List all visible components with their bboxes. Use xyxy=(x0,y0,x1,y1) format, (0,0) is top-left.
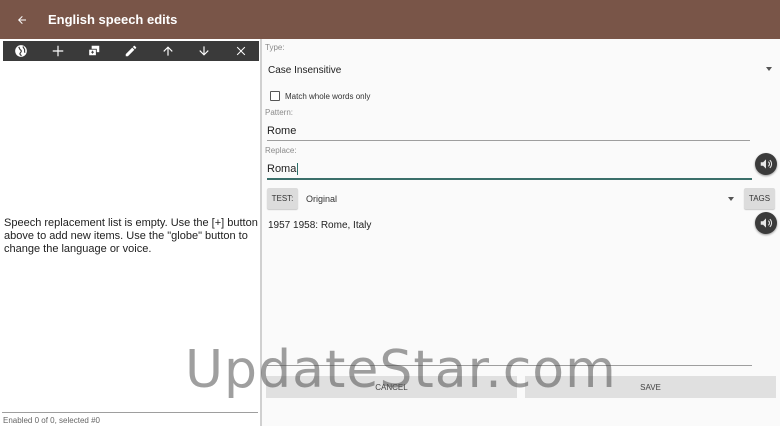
divider xyxy=(267,365,752,366)
copy-icon xyxy=(88,45,100,57)
back-button[interactable] xyxy=(0,0,44,39)
save-button[interactable]: SAVE xyxy=(525,376,776,398)
editor-panel: Type: Case Insensitive Match whole words… xyxy=(264,39,780,426)
type-select-value: Case Insensitive xyxy=(268,64,342,76)
globe-icon xyxy=(15,45,28,57)
replace-input[interactable]: Roma xyxy=(267,160,752,180)
speak-replace-button[interactable] xyxy=(755,153,777,175)
arrow-up-icon xyxy=(162,46,173,56)
test-source-select[interactable]: Original xyxy=(306,189,734,209)
match-whole-words-checkbox[interactable]: Match whole words only xyxy=(270,91,370,101)
chevron-down-icon xyxy=(728,197,734,201)
empty-list-message: Speech replacement list is empty. Use th… xyxy=(4,217,258,255)
test-source-value: Original xyxy=(306,194,338,204)
chevron-down-icon xyxy=(766,67,772,71)
edit-button[interactable] xyxy=(118,41,144,61)
duplicate-button[interactable] xyxy=(81,41,107,61)
replace-value: Roma xyxy=(267,163,297,175)
checkbox-box[interactable] xyxy=(270,91,280,101)
move-down-button[interactable] xyxy=(191,41,217,61)
arrow-left-icon xyxy=(18,15,26,24)
app-root: English speech edits Speech replacement … xyxy=(0,0,780,426)
app-bar: English speech edits xyxy=(0,0,780,39)
pattern-label: Pattern: xyxy=(265,108,294,117)
speaker-icon xyxy=(760,159,773,169)
text-cursor xyxy=(297,163,299,175)
plus-icon xyxy=(52,45,64,57)
type-select[interactable]: Case Insensitive xyxy=(268,59,772,81)
tags-button[interactable]: TAGS xyxy=(744,188,775,209)
pattern-value: Rome xyxy=(267,124,297,137)
cancel-button[interactable]: CANCEL xyxy=(266,376,517,398)
add-button[interactable] xyxy=(45,41,71,61)
speak-result-button[interactable] xyxy=(755,212,777,234)
pattern-input[interactable]: Rome xyxy=(267,121,750,141)
test-result-text: 1957 1958: Rome, Italy xyxy=(268,220,372,231)
speaker-icon xyxy=(760,218,773,228)
test-button[interactable]: TEST: xyxy=(267,188,298,209)
arrow-down-icon xyxy=(199,46,209,56)
status-text: Enabled 0 of 0, selected #0 xyxy=(3,416,100,425)
pencil-icon xyxy=(125,45,137,57)
match-whole-words-label: Match whole words only xyxy=(285,91,371,101)
move-up-button[interactable] xyxy=(155,41,181,61)
close-icon xyxy=(236,46,245,56)
delete-button[interactable] xyxy=(228,41,254,61)
page-title: English speech edits xyxy=(48,12,178,27)
replace-label: Replace: xyxy=(265,146,297,155)
list-toolbar xyxy=(3,41,259,61)
replacement-list-panel: Speech replacement list is empty. Use th… xyxy=(0,39,262,426)
divider xyxy=(2,412,258,413)
globe-button[interactable] xyxy=(8,41,34,61)
type-label: Type: xyxy=(265,43,285,52)
